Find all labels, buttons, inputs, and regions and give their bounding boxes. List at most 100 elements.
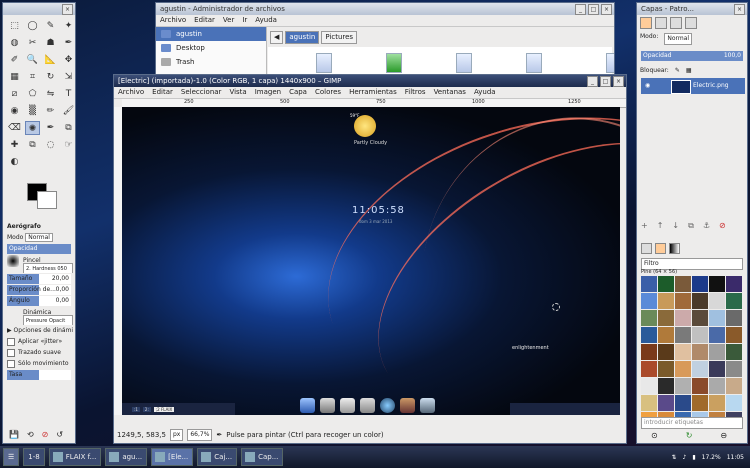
shear-tool-icon[interactable]: ⧄: [7, 87, 22, 101]
layer-item[interactable]: ◉ Electric.png: [641, 78, 745, 94]
menu-item[interactable]: Ventanas: [434, 87, 466, 98]
gimp-titlebar[interactable]: [Electric] (importada)-1.0 (Color RGB, 1…: [114, 75, 626, 87]
file-icon[interactable]: [456, 53, 472, 73]
flip-tool-icon[interactable]: ⇋: [43, 87, 58, 101]
menu-item[interactable]: Ver: [223, 15, 234, 26]
pattern-swatch[interactable]: [726, 361, 742, 377]
tab-layers[interactable]: [640, 17, 652, 29]
raise-layer-icon[interactable]: ↑: [657, 221, 664, 231]
pattern-swatch[interactable]: [658, 344, 674, 360]
refresh-icon[interactable]: ↻: [686, 431, 693, 440]
menu-item[interactable]: Archivo: [118, 87, 144, 98]
file-icon[interactable]: [606, 53, 614, 73]
delete-pattern-icon[interactable]: ⊖: [720, 431, 727, 440]
pattern-swatch[interactable]: [641, 293, 657, 309]
pattern-swatch[interactable]: [726, 395, 742, 411]
pattern-swatch[interactable]: [726, 276, 742, 292]
pattern-swatch[interactable]: [675, 378, 691, 394]
restore-options-icon[interactable]: ⟲: [27, 430, 34, 439]
only-move-checkbox[interactable]: Sólo movimiento: [3, 358, 75, 369]
lock-alpha-icon[interactable]: ▦: [686, 67, 692, 74]
pattern-swatch[interactable]: [641, 361, 657, 377]
delete-options-icon[interactable]: ⊘: [42, 430, 49, 439]
rect-select-tool-icon[interactable]: ⬚: [7, 19, 22, 33]
smudge-tool-icon[interactable]: ☞: [61, 138, 75, 152]
menu-item[interactable]: Ayuda: [474, 87, 496, 98]
pattern-swatch[interactable]: [641, 310, 657, 326]
pattern-swatch[interactable]: [709, 378, 725, 394]
crop-tool-icon[interactable]: ⌗: [25, 70, 40, 84]
pattern-swatch[interactable]: [658, 361, 674, 377]
task-toolbox[interactable]: Caj...: [197, 448, 238, 466]
lock-pixels-icon[interactable]: ✎: [675, 67, 680, 74]
pattern-swatch[interactable]: [658, 395, 674, 411]
pattern-swatch[interactable]: [675, 276, 691, 292]
pattern-swatch[interactable]: [658, 293, 674, 309]
task-file-manager[interactable]: agu...: [105, 448, 148, 466]
pattern-swatch[interactable]: [675, 293, 691, 309]
layers-titlebar[interactable]: Capas - Patro... ×: [637, 3, 747, 15]
task-gimp-image[interactable]: [Ele...: [151, 448, 194, 466]
tab-patterns[interactable]: [655, 243, 666, 254]
opacity-slider[interactable]: Opacidad: [7, 244, 71, 254]
menu-item[interactable]: Filtros: [405, 87, 426, 98]
toolbox-titlebar[interactable]: ×: [3, 3, 75, 15]
aspect-slider[interactable]: Proporción de... 0,00: [7, 285, 71, 295]
tab-channels[interactable]: [655, 17, 667, 29]
pattern-swatch[interactable]: [692, 378, 708, 394]
text-tool-icon[interactable]: T: [61, 87, 75, 101]
zoom-select[interactable]: 66,7%: [187, 429, 213, 441]
download-icon[interactable]: [386, 53, 402, 73]
menu-item[interactable]: Vista: [229, 87, 246, 98]
scale-tool-icon[interactable]: ⇲: [61, 70, 75, 84]
close-icon[interactable]: ×: [613, 76, 624, 87]
ellipse-select-tool-icon[interactable]: ◯: [25, 19, 40, 33]
pattern-swatch[interactable]: [709, 293, 725, 309]
ink-tool-icon[interactable]: ✒: [43, 121, 58, 135]
pattern-swatch[interactable]: [709, 395, 725, 411]
pattern-swatch[interactable]: [675, 310, 691, 326]
smooth-checkbox[interactable]: Trazado suave: [3, 347, 75, 358]
menu-item[interactable]: Herramientas: [349, 87, 397, 98]
move-tool-icon[interactable]: ✥: [61, 53, 75, 67]
sidebar-item-trash[interactable]: Trash: [156, 55, 266, 69]
blur-tool-icon[interactable]: ◌: [43, 138, 58, 152]
pattern-swatch[interactable]: [658, 378, 674, 394]
delete-layer-icon[interactable]: ⊘: [719, 221, 726, 231]
new-layer-icon[interactable]: +: [641, 221, 648, 231]
file-icon[interactable]: [526, 53, 542, 73]
tab-undo[interactable]: [685, 17, 697, 29]
dynamics-options-expander[interactable]: ▶ Opciones de dinámi: [3, 325, 75, 336]
rotate-tool-icon[interactable]: ↻: [43, 70, 58, 84]
pattern-swatch[interactable]: [692, 276, 708, 292]
menu-item[interactable]: Editar: [152, 87, 173, 98]
close-icon[interactable]: ×: [734, 4, 745, 15]
pattern-swatch[interactable]: [692, 327, 708, 343]
pattern-swatch[interactable]: [726, 293, 742, 309]
reset-options-icon[interactable]: ↺: [56, 430, 63, 439]
back-arrow-icon[interactable]: ◀: [270, 31, 284, 44]
desktop-pager[interactable]: 1-8: [23, 448, 45, 466]
breadcrumb-home[interactable]: agustin: [285, 31, 320, 44]
lower-layer-icon[interactable]: ↓: [672, 221, 679, 231]
scissors-tool-icon[interactable]: ✂: [25, 36, 40, 50]
paths-tool-icon[interactable]: ✒: [61, 36, 75, 50]
task-flaix[interactable]: FLAIX f...: [48, 448, 102, 466]
pattern-swatch[interactable]: [641, 344, 657, 360]
pattern-swatch[interactable]: [692, 310, 708, 326]
tab-gradients[interactable]: [669, 243, 680, 254]
fuzzy-select-tool-icon[interactable]: ✦: [61, 19, 75, 33]
angle-slider[interactable]: Ángulo 0,00: [7, 296, 71, 306]
pattern-swatch[interactable]: [692, 361, 708, 377]
maximize-icon[interactable]: □: [588, 4, 599, 15]
close-icon[interactable]: ×: [62, 4, 73, 15]
airbrush-tool-icon[interactable]: ✺: [25, 121, 40, 135]
rate-slider[interactable]: Tasa: [7, 370, 71, 380]
size-slider[interactable]: Tamaño 20,00: [7, 274, 71, 284]
duplicate-layer-icon[interactable]: ⧉: [688, 221, 694, 231]
align-tool-icon[interactable]: ▦: [7, 70, 22, 84]
menu-item[interactable]: Seleccionar: [181, 87, 222, 98]
paintbrush-tool-icon[interactable]: 🖌: [61, 104, 75, 118]
bucket-fill-tool-icon[interactable]: ◉: [7, 104, 22, 118]
perspective-clone-tool-icon[interactable]: ⧉: [25, 138, 40, 152]
